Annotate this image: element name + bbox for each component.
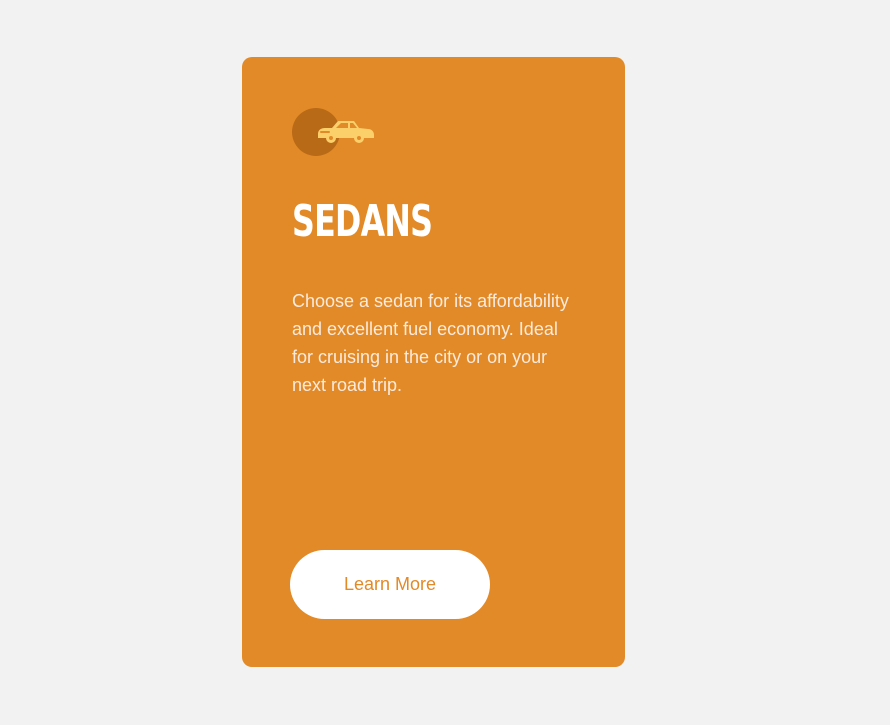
- sedans-card: SEDANS Choose a sedan for its affordabil…: [242, 57, 625, 667]
- sedan-car-icon: [292, 107, 382, 157]
- card-description: Choose a sedan for its affordability and…: [292, 291, 569, 395]
- learn-more-button[interactable]: Learn More: [290, 550, 490, 619]
- card-title: SEDANS: [292, 196, 433, 247]
